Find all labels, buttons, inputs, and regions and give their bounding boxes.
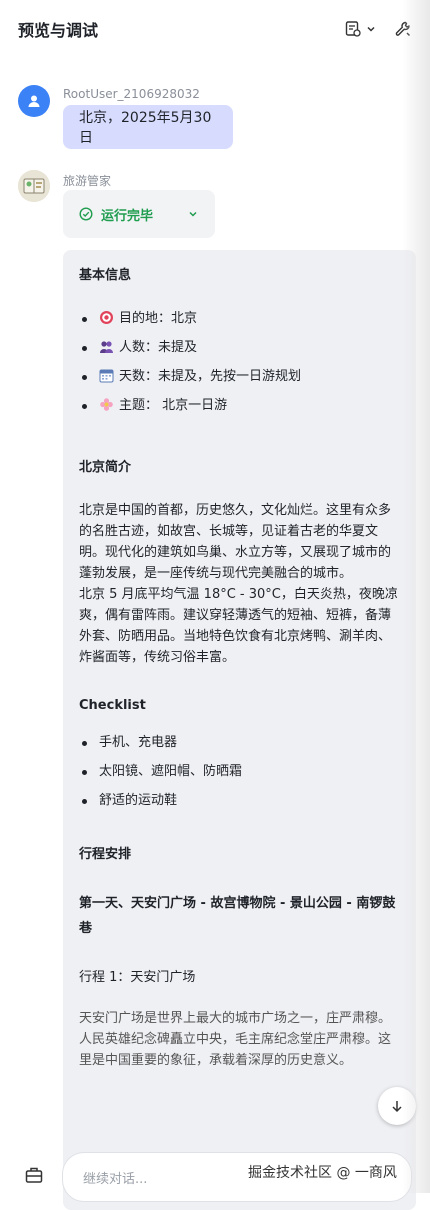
calendar-icon	[99, 369, 114, 383]
people-icon	[100, 341, 113, 353]
page-title: 预览与调试	[18, 21, 99, 40]
list-item: 人数：未提及	[79, 337, 400, 366]
list-item-text: 人数：未提及	[119, 340, 198, 355]
arrow-down-icon	[392, 1101, 402, 1113]
watermark: 掘金技术社区 @ 一商风	[248, 1165, 397, 1181]
list-item-text: 手机、充电器	[99, 735, 178, 750]
user-avatar	[18, 85, 50, 117]
section-title-schedule: 行程安排	[79, 847, 132, 862]
day1-title: 第一天、天安门广场 - 故宫博物院 - 景山公园 - 南锣鼓巷	[79, 896, 396, 936]
section-title-basic: 基本信息	[79, 268, 132, 283]
list-item: 主题： 北京一日游	[79, 395, 400, 424]
header: 预览与调试	[0, 0, 430, 58]
checklist-list: 手机、充电器 太阳镜、遮阳帽、防晒霜 舒适的运动鞋	[79, 732, 400, 819]
user-message-bubble: 北京，2025年5月30日	[63, 105, 233, 149]
wrench-icon	[395, 21, 411, 37]
user-name: RootUser_2106928032	[63, 87, 200, 101]
chat-input-placeholder: 继续对话...	[83, 1171, 148, 1187]
run-status-label: 运行完毕	[101, 208, 154, 224]
list-item-text: 舒适的运动鞋	[99, 793, 178, 808]
toolbox-icon	[25, 1167, 43, 1183]
bot-answer: 基本信息 目的地：北京 人数：未提及 天数：未提及，先按一日游规划 主题： 北京…	[63, 250, 416, 1210]
intro-paragraph-1: 北京是中国的首都，历史悠久，文化灿烂。这里有众多的名胜古迹，如故宫、长城等，见证…	[79, 503, 392, 581]
travel-book-icon	[18, 170, 50, 202]
list-item-text: 主题： 北京一日游	[119, 398, 228, 413]
bot-avatar	[18, 170, 50, 202]
scroll-to-bottom-button[interactable]	[378, 1087, 416, 1125]
list-item: 舒适的运动鞋	[79, 790, 400, 819]
list-item: 太阳镜、遮阳帽、防晒霜	[79, 761, 400, 790]
list-item: 手机、充电器	[79, 732, 400, 761]
user-icon	[28, 95, 40, 107]
list-item: 目的地：北京	[79, 308, 400, 337]
trip1-text: 天安门广场是世界上最大的城市广场之一，庄严肃穆。人民英雄纪念碑矗立中央，毛主席纪…	[79, 1011, 392, 1068]
intro-paragraph-2: 北京 5 月底平均气温 18°C - 30°C，白天炎热，夜晚凉爽，偶有雷阵雨。…	[79, 587, 398, 665]
section-title-intro: 北京简介	[79, 460, 132, 475]
trip1-title: 行程 1：天安门广场	[79, 970, 196, 985]
section-title-checklist: Checklist	[79, 698, 146, 713]
target-icon	[100, 311, 113, 324]
run-status-toggle[interactable]: 运行完毕	[63, 190, 215, 238]
wrench-button[interactable]	[394, 20, 412, 38]
bot-name: 旅游管家	[63, 174, 112, 188]
flower-icon	[100, 398, 113, 411]
chevron-down-icon	[189, 211, 197, 217]
toolbox-button[interactable]	[16, 1160, 52, 1190]
list-item-text: 太阳镜、遮阳帽、防晒霜	[99, 764, 243, 779]
list-item-text: 天数：未提及，先按一日游规划	[119, 369, 302, 384]
chevron-down-icon	[367, 26, 375, 32]
check-circle-icon	[79, 207, 93, 221]
document-settings-button[interactable]	[344, 20, 376, 38]
list-item-text: 目的地：北京	[119, 311, 198, 326]
basic-info-list: 目的地：北京 人数：未提及 天数：未提及，先按一日游规划 主题： 北京一日游	[79, 308, 400, 424]
header-tools	[344, 20, 412, 38]
document-settings-icon	[345, 21, 361, 37]
list-item: 天数：未提及，先按一日游规划	[79, 366, 400, 395]
